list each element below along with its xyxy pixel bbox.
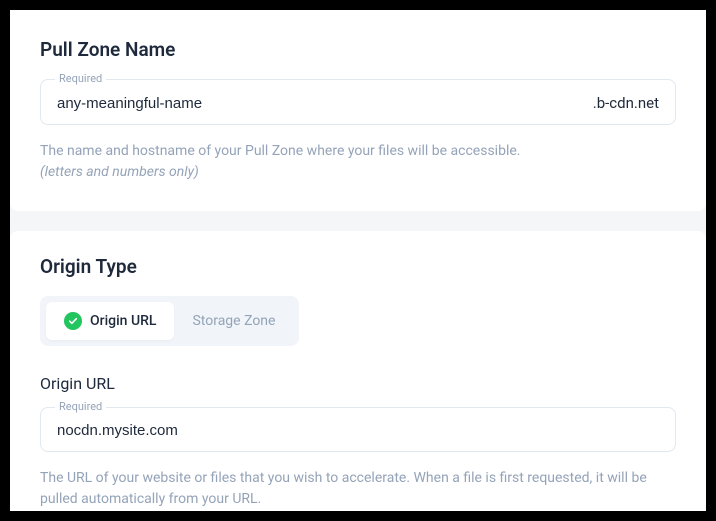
origin-type-card: Origin Type Origin URL Storage Zone Orig… [10,231,706,511]
checkmark-icon [64,312,82,330]
origin-type-title: Origin Type [40,255,676,278]
pull-zone-help-line2: (letters and numbers only) [40,164,199,180]
origin-url-option-label: Origin URL [90,313,156,329]
origin-url-field-legend: Required [55,400,106,413]
origin-url-field-wrap: Required [40,407,676,452]
pull-zone-help-text: The name and hostname of your Pull Zone … [40,141,676,183]
origin-type-toggle: Origin URL Storage Zone [40,296,299,346]
pull-zone-help-line1: The name and hostname of your Pull Zone … [40,143,520,159]
origin-url-label: Origin URL [40,374,676,393]
pull-zone-name-input[interactable] [57,95,593,112]
origin-url-input[interactable] [57,422,659,439]
page-container: Pull Zone Name Required .b-cdn.net The n… [10,10,706,511]
origin-url-help-text: The URL of your website or files that yo… [40,468,676,510]
storage-zone-option[interactable]: Storage Zone [174,302,293,340]
pull-zone-domain-suffix: .b-cdn.net [593,94,659,112]
origin-url-option[interactable]: Origin URL [46,302,174,340]
pull-zone-card: Pull Zone Name Required .b-cdn.net The n… [10,10,706,211]
pull-zone-title: Pull Zone Name [40,38,676,61]
pull-zone-name-field-wrap: Required .b-cdn.net [40,79,676,125]
storage-zone-option-label: Storage Zone [192,313,275,329]
pull-zone-field-legend: Required [55,72,106,85]
